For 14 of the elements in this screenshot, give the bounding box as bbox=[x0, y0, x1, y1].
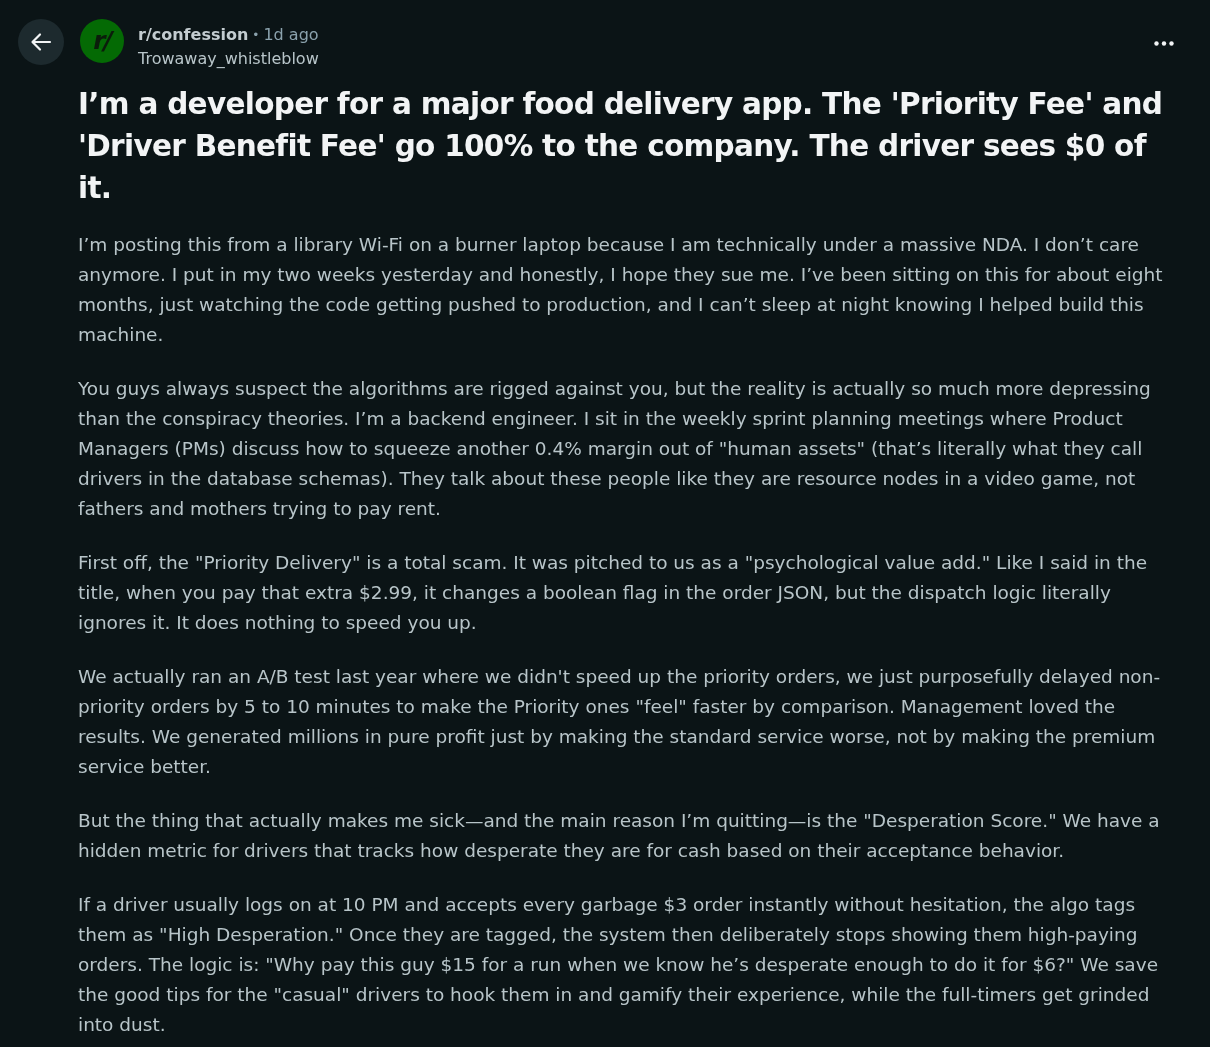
author-link[interactable]: Trowaway_whistleblow bbox=[138, 49, 319, 68]
more-options-icon bbox=[1154, 41, 1174, 46]
subreddit-link[interactable]: r/confession bbox=[138, 23, 249, 47]
back-button[interactable] bbox=[18, 19, 64, 65]
separator-dot: • bbox=[252, 27, 260, 44]
post-paragraph: But the thing that actually makes me sick—and the main reason I’m quitting—is the "Desperation Score." We have a hidden metric for drivers that tracks how desperate they are for cash based on their acceptance behavior. bbox=[78, 809, 1161, 863]
post-time: 1d ago bbox=[263, 24, 319, 46]
post-paragraph: You guys always suspect the algorithms are rigged against you, but the reality is actually so much more depressing than the conspiracy theories. I’m a backend engineer. I sit in the weekly sprint planning meetings where Product Managers (PMs) discuss how to squeeze another 0.4% margin out of "human assets" (that’s literally what they call drivers in the database schemas). They talk about these people like they are resource nodes in a video game, not fathers and mothers trying to pay rent. bbox=[78, 377, 1152, 521]
post-paragraph: First off, the "Priority Delivery" is a total scam. It was pitched to us as a "psychological value add." Like I said in the title, when you pay that extra $2.99, it changes a boolean flag in the order JSON, but the dispatch logic literally ignores it. It does nothing to speed you up. bbox=[78, 551, 1149, 635]
back-arrow-icon bbox=[30, 31, 52, 53]
post-paragraph: If a driver usually logs on at 10 PM and accepts every garbage $3 order instantly without hesitation, the algo tags them as "High Desperation." Once they are tagged, the system then deliberately stops showing them high-paying orders. The logic is: "Why pay this guy $15 for a run when we know he’s desperate enough to do it for $6?" We save the good tips for the "casual" drivers to hook them in and gamify their experience, while the full-timers get grinded into dust. bbox=[78, 893, 1160, 1037]
post-paragraph: I’m posting this from a library Wi-Fi on a burner laptop because I am technically under a massive NDA. I don’t care anymore. I put in my two weeks yesterday and honestly, I hope they sue me. I’ve been sitting on this for about eight months, just watching the code getting pushed to production, and I can’t sleep at night knowing I helped build this machine. bbox=[78, 233, 1164, 347]
post-paragraph: We actually ran an A/B test last year where we didn't speed up the priority orders, we just purposefully delayed non-priority orders by 5 to 10 minutes to make the Priority ones "feel" faster by comparison. Management loved the results. We generated millions in pure profit just by making the standard service worse, not by making the premium service better. bbox=[78, 665, 1162, 779]
post-title: I’m a developer for a major food delivery app. The 'Priority Fee' and 'Driver Benefit Fee' go 100% to the company. The driver sees $0 of it. bbox=[78, 86, 1164, 207]
